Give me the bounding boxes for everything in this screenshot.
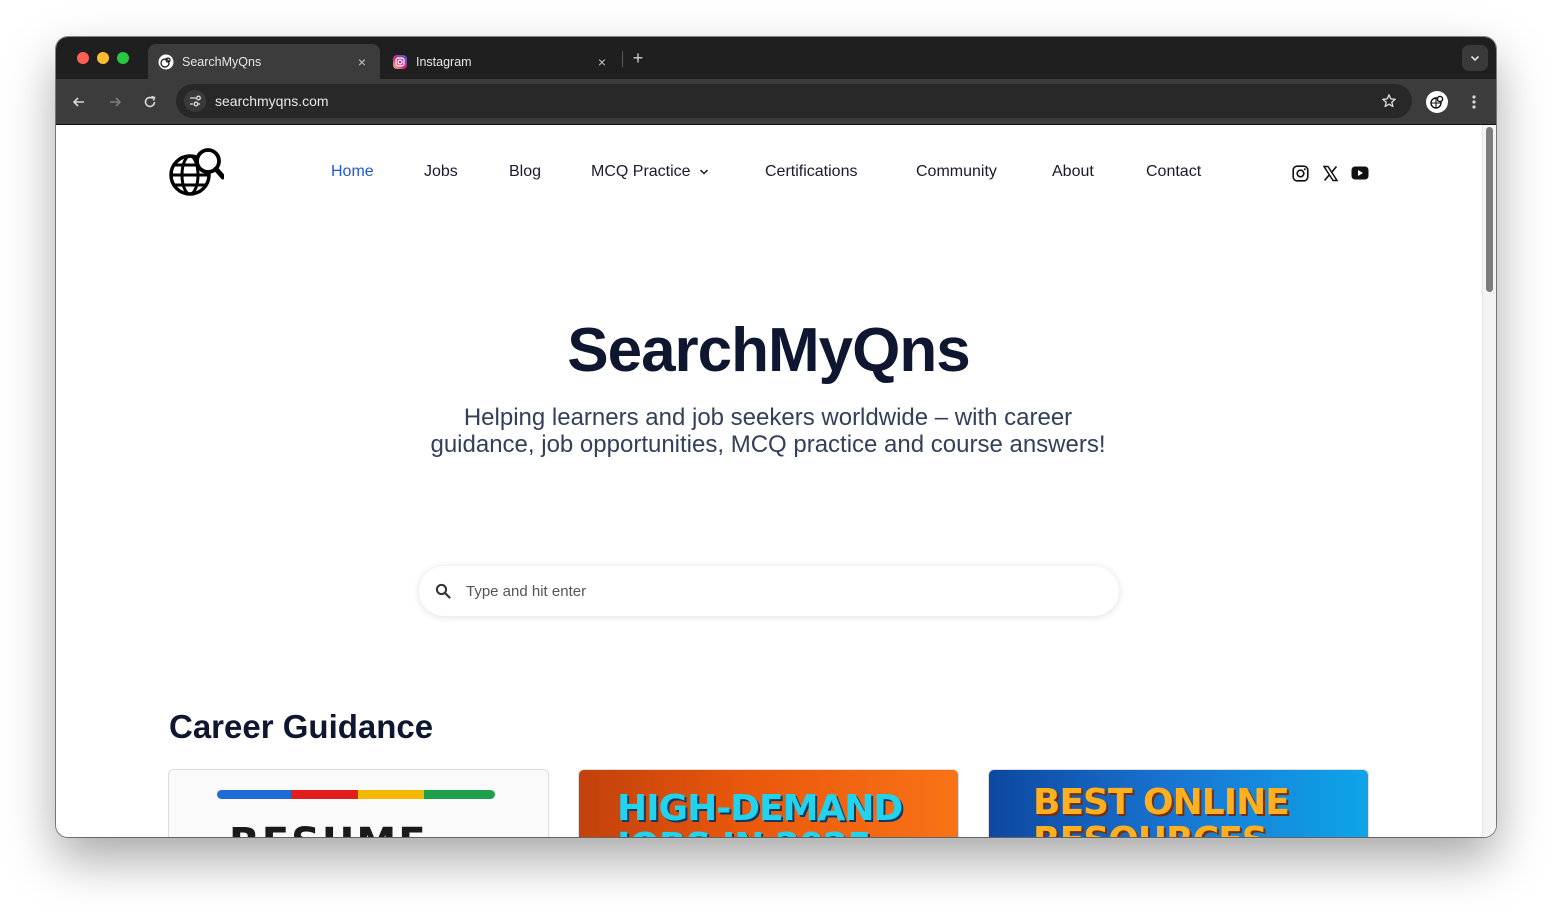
site-search [419, 566, 1119, 616]
tab-searchmyqns[interactable]: SearchMyQns × [148, 44, 380, 79]
browser-menu-button[interactable] [1464, 91, 1484, 113]
card-headline-line2: RESOURCES [1033, 820, 1268, 837]
close-window-button[interactable] [77, 52, 89, 64]
card-headline: RESUME [229, 820, 428, 837]
youtube-icon [1351, 166, 1369, 180]
chevron-down-icon [1470, 55, 1480, 62]
page-viewport: Home Jobs Blog MCQ Practice Certificatio… [56, 125, 1496, 837]
tab-instagram[interactable]: Instagram × [382, 44, 620, 79]
career-card-resume[interactable]: RESUME [168, 769, 549, 837]
page-scrollbar[interactable] [1482, 125, 1496, 837]
tab-divider [622, 51, 623, 67]
x-link[interactable] [1321, 164, 1339, 182]
career-card-online-resources[interactable]: BEST ONLINE RESOURCES [988, 769, 1369, 837]
reload-button[interactable] [139, 91, 161, 113]
card-headline: BEST ONLINE [1033, 782, 1290, 823]
more-vertical-icon [1472, 95, 1476, 109]
back-button[interactable] [68, 91, 90, 113]
instagram-icon [392, 54, 408, 70]
card-headline: HIGH-DEMAND [617, 788, 903, 829]
tab-strip: SearchMyQns × Instagram × + [56, 37, 1496, 79]
reload-icon [144, 95, 156, 108]
card-headline-line2: JOBS IN 2025 [617, 826, 872, 837]
tab-title: SearchMyQns [182, 54, 262, 69]
arrow-right-icon [110, 97, 122, 107]
new-tab-button[interactable]: + [628, 48, 648, 68]
forward-button[interactable] [104, 91, 126, 113]
section-title-career-guidance: Career Guidance [169, 708, 434, 745]
close-tab-icon[interactable]: × [594, 54, 610, 70]
x-icon [1322, 165, 1338, 181]
search-icon[interactable] [434, 582, 452, 600]
browser-window: SearchMyQns × Instagram × + searchmyqns.… [56, 37, 1496, 837]
nav-blog[interactable]: Blog [509, 163, 541, 181]
address-bar[interactable]: searchmyqns.com [176, 84, 1412, 118]
address-text: searchmyqns.com [215, 93, 329, 109]
close-tab-icon[interactable]: × [354, 54, 370, 70]
minimize-window-button[interactable] [97, 52, 109, 64]
nav-about[interactable]: About [1052, 163, 1094, 181]
color-stripe [424, 790, 495, 799]
color-stripe [358, 790, 424, 799]
tab-search-button[interactable] [1462, 45, 1488, 71]
maximize-window-button[interactable] [117, 52, 129, 64]
hero-title: SearchMyQns [567, 316, 971, 385]
nav-contact[interactable]: Contact [1146, 163, 1201, 181]
browser-toolbar: searchmyqns.com [56, 79, 1496, 125]
nav-mcq-practice-label: MCQ Practice [591, 163, 691, 180]
color-stripe [291, 790, 358, 799]
youtube-link[interactable] [1351, 164, 1369, 182]
chevron-down-icon [699, 169, 708, 175]
profile-avatar[interactable] [1426, 91, 1448, 113]
nav-community[interactable]: Community [916, 163, 997, 181]
instagram-icon [1291, 164, 1309, 182]
nav-mcq-practice[interactable]: MCQ Practice [591, 163, 709, 181]
tab-title: Instagram [416, 54, 472, 69]
arrow-left-icon [72, 97, 84, 107]
instagram-link[interactable] [1291, 164, 1309, 182]
search-input[interactable] [466, 582, 1066, 600]
site-info-icon[interactable] [184, 90, 206, 112]
hero-subtitle: Helping learners and job seekers worldwi… [430, 404, 1106, 458]
globe-search-icon [158, 54, 174, 70]
nav-certifications[interactable]: Certifications [765, 163, 857, 181]
career-card-high-demand-jobs[interactable]: HIGH-DEMAND JOBS IN 2025 [578, 769, 959, 837]
bookmark-star-icon[interactable] [1380, 92, 1398, 110]
scrollbar-thumb[interactable] [1486, 127, 1493, 292]
nav-jobs[interactable]: Jobs [424, 163, 458, 181]
main-nav: Home Jobs Blog MCQ Practice Certificatio… [56, 163, 1481, 183]
globe-search-icon [1430, 95, 1444, 109]
color-stripe [217, 790, 291, 799]
nav-home[interactable]: Home [331, 163, 374, 181]
